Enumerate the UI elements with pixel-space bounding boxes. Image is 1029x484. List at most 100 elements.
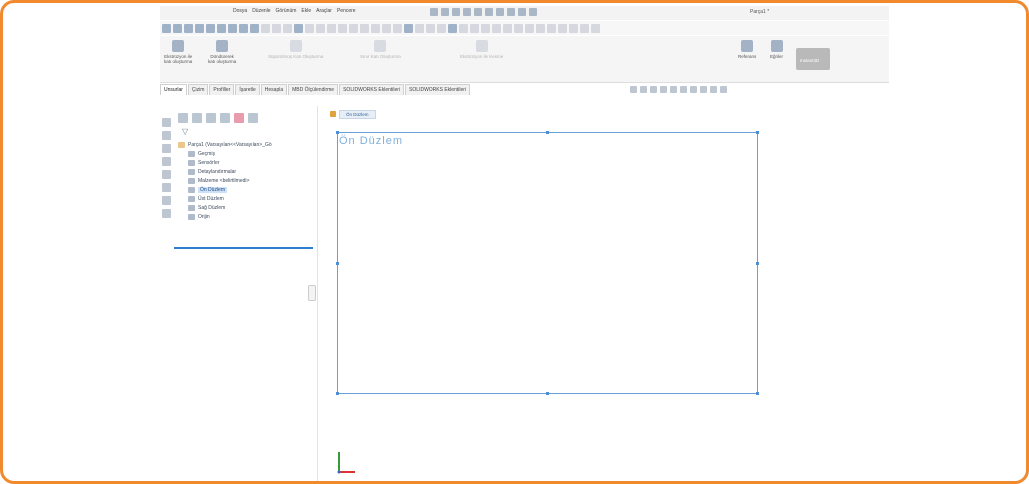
toolbar-icon-15[interactable] [327, 23, 336, 33]
strip-icon-5[interactable] [162, 170, 171, 179]
toolbar-icon-13[interactable] [305, 23, 314, 33]
plane-handle[interactable] [336, 392, 339, 395]
extrude-boss-button[interactable]: Ekstrüzyon ile katı oluşturma [164, 40, 192, 64]
tab-mbd[interactable]: MBD Ölçülendirme [288, 84, 339, 95]
toolbar-icon-4[interactable] [206, 23, 215, 33]
toolbar-icon-17[interactable] [349, 23, 358, 33]
tree-item-sag-duzlem[interactable]: Sağ Düzlem [174, 203, 314, 212]
toolbar-icon-19[interactable] [371, 23, 380, 33]
print-icon[interactable] [474, 8, 482, 16]
toolbar-icon-7[interactable] [239, 23, 248, 33]
tree-item-ust-duzlem[interactable]: Üst Düzlem [174, 194, 314, 203]
zoom-to-fit-icon[interactable] [630, 86, 637, 93]
toolbar-icon-39[interactable] [591, 23, 600, 33]
toolbar-icon-18[interactable] [360, 23, 369, 33]
panel-divider[interactable] [317, 106, 318, 481]
menu-gorunum[interactable]: Görünüm [276, 8, 297, 14]
view-settings-icon[interactable] [720, 86, 727, 93]
menu-araclar[interactable]: Araçlar [316, 8, 332, 14]
toolbar-icon-27[interactable] [459, 23, 468, 33]
toolbar-icon-20[interactable] [382, 23, 391, 33]
toolbar-icon-14[interactable] [316, 23, 325, 33]
toolbar-icon-1[interactable] [173, 23, 182, 33]
display-style-icon[interactable] [680, 86, 687, 93]
boundary-boss-button[interactable]: Sınır Katı Oluşturma [360, 40, 401, 59]
tab-eklentiler-2[interactable]: SOLIDWORKS Eklentileri [405, 84, 471, 95]
rebuild-icon[interactable] [507, 8, 515, 16]
plane-handle[interactable] [756, 131, 759, 134]
menu-ekle[interactable]: Ekle [301, 8, 311, 14]
toolbar-icon-5[interactable] [217, 23, 226, 33]
plane-handle[interactable] [546, 392, 549, 395]
toolbar-icon-9[interactable] [261, 23, 270, 33]
zoom-to-area-icon[interactable] [640, 86, 647, 93]
tree-item-sensorler[interactable]: Sensörler [174, 158, 314, 167]
strip-icon-3[interactable] [162, 144, 171, 153]
menu-dosya[interactable]: Dosya [233, 8, 247, 14]
panel-collapse-handle[interactable] [308, 285, 316, 301]
previous-view-icon[interactable] [650, 86, 657, 93]
strip-icon-7[interactable] [162, 196, 171, 205]
plane-handle[interactable] [336, 131, 339, 134]
tree-item-detaylandirmalar[interactable]: Detaylandırmalar [174, 167, 314, 176]
toolbar-icon-38[interactable] [580, 23, 589, 33]
open-icon[interactable] [452, 8, 460, 16]
scene-icon[interactable] [710, 86, 717, 93]
options-icon[interactable] [529, 8, 537, 16]
toolbar-icon-22[interactable] [404, 23, 413, 33]
front-plane[interactable]: Ön Düzlem [336, 131, 759, 395]
toolbar-icon-29[interactable] [481, 23, 490, 33]
new-document-icon[interactable] [441, 8, 449, 16]
strip-icon-8[interactable] [162, 209, 171, 218]
rollback-bar[interactable] [174, 247, 313, 249]
toolbar-icon-3[interactable] [195, 23, 204, 33]
strip-icon-4[interactable] [162, 157, 171, 166]
toolbar-icon-33[interactable] [525, 23, 534, 33]
filter-icon[interactable]: ▽ [182, 127, 188, 136]
save-icon[interactable] [463, 8, 471, 16]
toolbar-icon-10[interactable] [272, 23, 281, 33]
plane-handle[interactable] [756, 392, 759, 395]
toolbar-icon-28[interactable] [470, 23, 479, 33]
section-view-icon[interactable] [660, 86, 667, 93]
toolbar-icon-16[interactable] [338, 23, 347, 33]
toolbar-icon-2[interactable] [184, 23, 193, 33]
sweep-boss-button[interactable]: Süpürülmüş Katı Oluşturma [268, 40, 323, 59]
pin-icon[interactable] [162, 23, 171, 33]
hide-show-icon[interactable] [690, 86, 697, 93]
toolbar-icon-8[interactable] [250, 23, 259, 33]
display-manager-tab-icon[interactable] [234, 113, 244, 123]
toolbar-icon-25[interactable] [437, 23, 446, 33]
file-properties-icon[interactable] [518, 8, 526, 16]
toolbar-icon-37[interactable] [569, 23, 578, 33]
toolbar-icon-30[interactable] [492, 23, 501, 33]
curves-button[interactable]: Eğriler [770, 40, 783, 59]
tree-item-gecmis[interactable]: Geçmiş [174, 149, 314, 158]
tab-eklentiler-1[interactable]: SOLIDWORKS Eklentileri [339, 84, 405, 95]
tab-profiller[interactable]: Profiller [209, 84, 235, 95]
home-icon[interactable] [430, 8, 438, 16]
strip-icon-1[interactable] [162, 118, 171, 127]
appearance-icon[interactable] [700, 86, 707, 93]
toolbar-icon-12[interactable] [294, 23, 303, 33]
tab-hesapla[interactable]: Hesapla [260, 84, 288, 95]
featuremanager-tab-icon[interactable] [178, 113, 188, 123]
undo-icon[interactable] [485, 8, 493, 16]
breadcrumb-selection[interactable]: Ön Düzlem [339, 109, 376, 119]
strip-icon-6[interactable] [162, 183, 171, 192]
plane-handle[interactable] [756, 262, 759, 265]
extrude-cut-button[interactable]: Ekstrüzyon ile Kesme [460, 40, 503, 59]
toolbar-icon-11[interactable] [283, 23, 292, 33]
strip-icon-2[interactable] [162, 131, 171, 140]
tree-root[interactable]: Parça1 (Varsayılan<<Varsayılan>_Gö [174, 140, 314, 149]
tab-unsurlar[interactable]: Unsurlar [160, 84, 187, 95]
toolbar-icon-26[interactable] [448, 23, 457, 33]
view-orientation-icon[interactable] [670, 86, 677, 93]
toolbar-icon-21[interactable] [393, 23, 402, 33]
revolve-boss-button[interactable]: Döndürerek katı oluşturma [208, 40, 236, 64]
toolbar-icon-35[interactable] [547, 23, 556, 33]
toolbar-icon-24[interactable] [426, 23, 435, 33]
menu-duzenle[interactable]: Düzenle [252, 8, 270, 14]
toolbar-icon-23[interactable] [415, 23, 424, 33]
select-icon[interactable] [496, 8, 504, 16]
